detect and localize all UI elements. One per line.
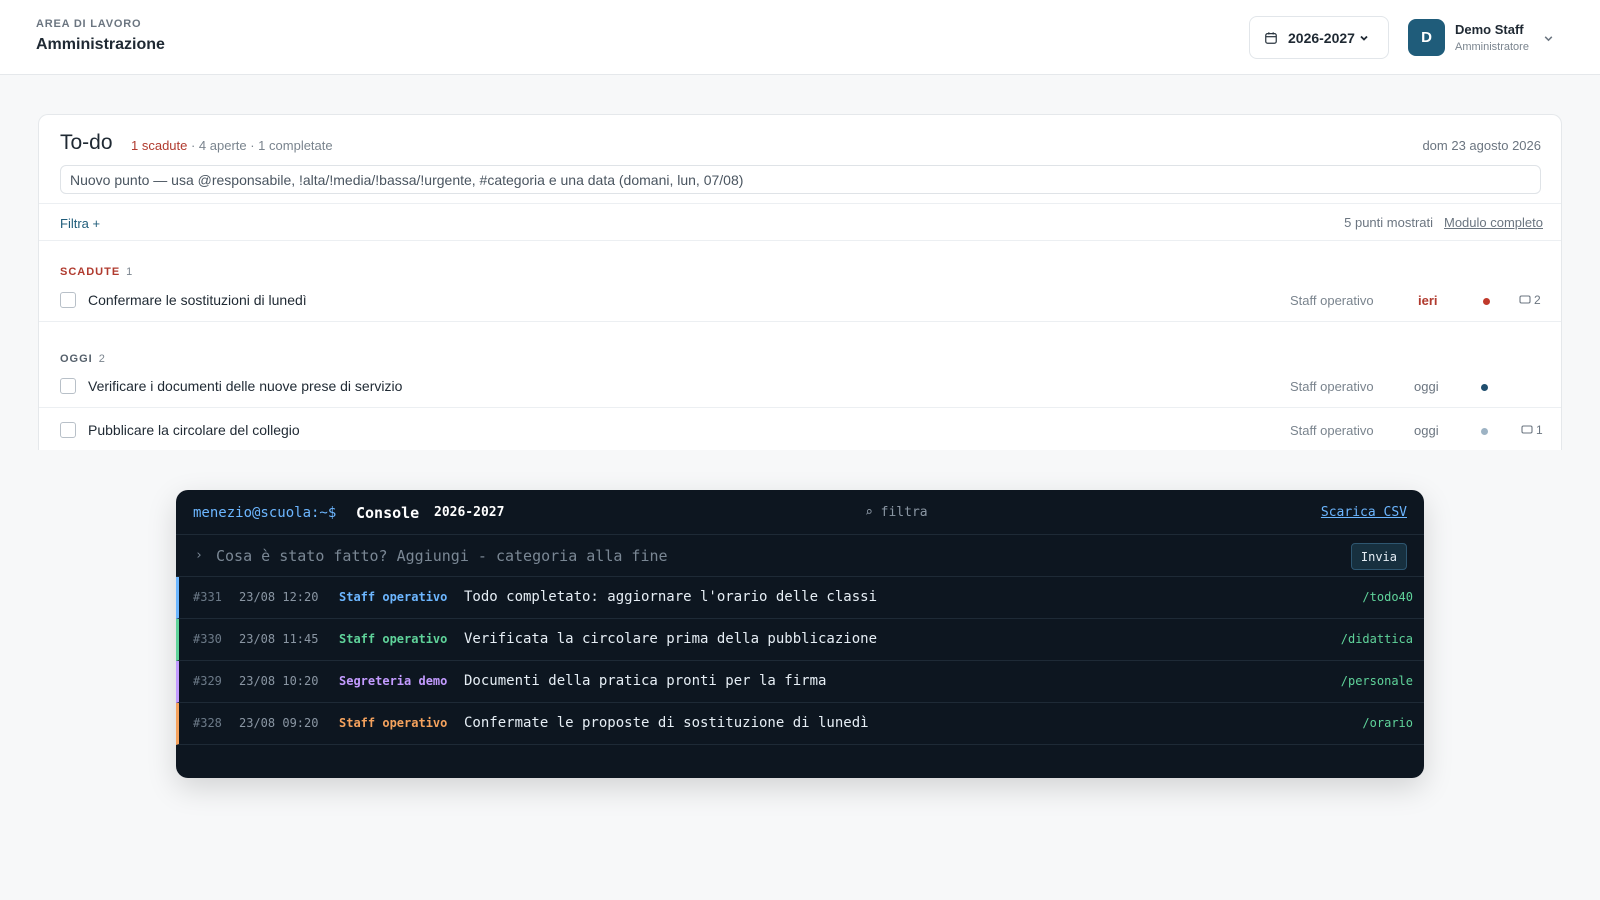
activity-console: menezio@scuola:~$ Console 2026-2027 ⌕ fi…	[176, 490, 1424, 778]
log-timestamp: 23/08 11:45	[239, 632, 319, 646]
school-year-label: 2026-2027	[1288, 29, 1355, 46]
section-label: SCADUTE	[60, 266, 121, 278]
task-text[interactable]: Confermare le sostituzioni di lunedì	[88, 292, 307, 308]
chevron-right-icon: ›	[195, 548, 203, 563]
task-owner: Staff operativo	[1290, 379, 1374, 394]
log-message: Documenti della pratica pronti per la fi…	[464, 673, 827, 689]
workspace-kicker: AREA DI LAVORO	[36, 18, 142, 30]
task-due: oggi	[1414, 379, 1439, 394]
log-message: Verificata la circolare prima della pubb…	[464, 631, 878, 647]
task-comments[interactable]: 1	[1521, 423, 1543, 437]
full-module-link[interactable]: Modulo completo	[1444, 215, 1543, 230]
log-user: Segreteria demo	[339, 674, 448, 688]
task-due: ieri	[1418, 293, 1438, 308]
task-comments[interactable]: 2	[1519, 293, 1541, 307]
calendar-icon	[1265, 31, 1277, 44]
priority-dot	[1483, 298, 1490, 305]
log-tag[interactable]: /orario	[1362, 716, 1413, 730]
open-completed-count: · 4 aperte · 1 completate	[187, 138, 333, 153]
chevron-down-icon[interactable]	[1543, 33, 1554, 44]
log-message: Todo completato: aggiornare l'orario del…	[464, 589, 878, 605]
log-timestamp: 23/08 09:20	[239, 716, 319, 730]
log-row[interactable]: #331 23/08 12:20 Staff operativo Todo compl…	[176, 577, 1424, 619]
log-id: #330	[193, 632, 222, 646]
filter-button[interactable]: Filtra +	[60, 216, 100, 231]
avatar[interactable]: D	[1408, 19, 1445, 56]
user-role: Amministratore	[1455, 41, 1529, 53]
task-owner: Staff operativo	[1290, 293, 1374, 308]
console-input[interactable]	[216, 543, 1316, 569]
log-message: Confermate le proposte di sostituzione d…	[464, 715, 869, 731]
section-count: 2	[98, 353, 105, 365]
task-text[interactable]: Pubblicare la circolare del collegio	[88, 422, 300, 438]
console-year: 2026-2027	[434, 505, 505, 520]
filter-row: Filtra + 5 punti mostrati Modulo complet…	[39, 203, 1561, 241]
log-row[interactable]: #328 23/08 09:20 Staff operativo Confermate…	[176, 703, 1424, 745]
todo-title: To-do	[60, 131, 113, 154]
log-tag[interactable]: /personale	[1341, 674, 1413, 688]
log-timestamp: 23/08 10:20	[239, 674, 319, 688]
task-owner: Staff operativo	[1290, 423, 1374, 438]
log-id: #328	[193, 716, 222, 730]
comment-count: 2	[1534, 293, 1541, 307]
task-checkbox[interactable]	[60, 422, 76, 438]
task-checkbox[interactable]	[60, 378, 76, 394]
section-label: OGGI	[60, 353, 93, 365]
send-button[interactable]: Invia	[1350, 543, 1407, 570]
comment-icon	[1521, 425, 1533, 434]
section-overdue-header: SCADUTE 1	[60, 266, 132, 278]
task-row: Pubblicare la circolare del collegio Sta…	[39, 409, 1561, 450]
console-input-row: › Invia	[176, 535, 1424, 577]
comment-icon	[1519, 295, 1531, 304]
log-user: Staff operativo	[339, 590, 448, 604]
new-todo-input[interactable]	[60, 165, 1541, 194]
task-row: Confermare le sostituzioni di lunedì Sta…	[39, 279, 1561, 322]
console-filter[interactable]: ⌕ filtra	[865, 505, 928, 520]
task-text[interactable]: Verificare i documenti delle nuove prese…	[88, 378, 402, 394]
log-user: Staff operativo	[339, 716, 448, 730]
console-header: menezio@scuola:~$ Console 2026-2027 ⌕ fi…	[176, 490, 1424, 535]
log-user: Staff operativo	[339, 632, 448, 646]
log-row[interactable]: #329 23/08 10:20 Segreteria demo Documenti …	[176, 661, 1424, 703]
top-bar: AREA DI LAVORO Amministrazione 2026-2027…	[0, 0, 1600, 75]
section-today-header: OGGI 2	[60, 353, 105, 365]
log-tag[interactable]: /didattica	[1341, 632, 1413, 646]
workspace-title: Amministrazione	[36, 36, 165, 53]
comment-count: 1	[1536, 423, 1543, 437]
log-id: #329	[193, 674, 222, 688]
log-row[interactable]: #330 23/08 11:45 Staff operativo Verificata…	[176, 619, 1424, 661]
log-timestamp: 23/08 12:20	[239, 590, 319, 604]
task-checkbox[interactable]	[60, 292, 76, 308]
task-row: Verificare i documenti delle nuove prese…	[39, 365, 1561, 408]
todo-date: dom 23 agosto 2026	[1422, 138, 1541, 153]
download-csv-link[interactable]: Scarica CSV	[1321, 505, 1407, 520]
task-due: oggi	[1414, 423, 1439, 438]
todo-summary: 1 scadute · 4 aperte · 1 completate	[131, 138, 333, 153]
chevron-down-icon	[1360, 35, 1368, 41]
todo-card: To-do 1 scadute · 4 aperte · 1 completat…	[38, 114, 1562, 450]
console-title: Console	[356, 504, 420, 522]
log-tag[interactable]: /todo40	[1362, 590, 1413, 604]
overdue-count: 1 scadute	[131, 138, 188, 153]
section-count: 1	[126, 266, 133, 278]
user-name[interactable]: Demo Staff	[1455, 22, 1524, 37]
priority-dot	[1481, 384, 1488, 391]
log-id: #331	[193, 590, 222, 604]
console-prompt: menezio@scuola:~$	[193, 505, 337, 521]
school-year-selector[interactable]: 2026-2027	[1249, 16, 1389, 59]
priority-dot	[1481, 428, 1488, 435]
shown-count: 5 punti mostrati	[1344, 215, 1433, 230]
